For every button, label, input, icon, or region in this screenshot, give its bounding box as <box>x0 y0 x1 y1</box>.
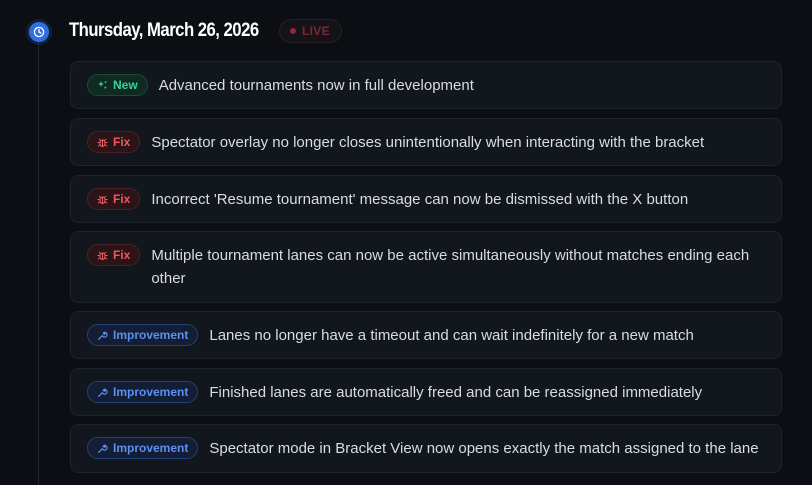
bug-icon <box>97 195 108 204</box>
live-label: LIVE <box>302 24 330 38</box>
wrench-icon <box>98 388 108 397</box>
new-badge: New <box>87 74 148 96</box>
entry-text: Spectator mode in Bracket View now opens… <box>209 440 759 457</box>
wrench-icon <box>98 331 108 340</box>
wrench-icon <box>98 444 108 453</box>
entry-text: Multiple tournament lanes can now be act… <box>151 247 750 287</box>
entry-text: Lanes no longer have a timeout and can w… <box>209 327 694 344</box>
changelog-entry: Improvement Finished lanes are automatic… <box>70 368 782 416</box>
date-header: Thursday, March 26, 2026 LIVE <box>69 18 342 44</box>
badge-label: New <box>113 78 138 92</box>
sparkle-icon <box>98 80 107 89</box>
entry-text: Finished lanes are automatically freed a… <box>209 384 703 401</box>
changelog-page: Thursday, March 26, 2026 LIVE New Advanc… <box>0 0 812 485</box>
entry-text: Advanced tournaments now in full develop… <box>158 77 474 94</box>
badge-label: Fix <box>113 135 131 149</box>
badge-label: Improvement <box>113 385 189 399</box>
badge-label: Improvement <box>113 441 189 455</box>
changelog-entry: Improvement Spectator mode in Bracket Vi… <box>70 424 782 473</box>
bug-icon <box>97 251 108 260</box>
date-title: Thursday, March 26, 2026 <box>69 20 259 41</box>
entry-text: Incorrect 'Resume tournament' message ca… <box>151 191 689 208</box>
live-badge: LIVE <box>279 19 342 43</box>
live-dot-icon <box>290 28 296 34</box>
badge-label: Fix <box>113 248 131 262</box>
timeline-line <box>38 42 39 485</box>
changelog-entry: Fix Spectator overlay no longer closes u… <box>70 118 782 166</box>
entry-text: Spectator overlay no longer closes unint… <box>151 134 705 151</box>
clock-icon <box>29 22 49 42</box>
fix-badge: Fix <box>87 188 141 210</box>
improvement-badge: Improvement <box>87 381 199 403</box>
changelog-entry: Fix Incorrect 'Resume tournament' messag… <box>70 175 782 223</box>
changelog-entry: New Advanced tournaments now in full dev… <box>70 61 782 109</box>
improvement-badge: Improvement <box>87 324 199 346</box>
changelog-entry: Fix Multiple tournament lanes can now be… <box>70 231 782 303</box>
badge-label: Improvement <box>113 328 189 342</box>
fix-badge: Fix <box>87 131 141 153</box>
changelog-entry: Improvement Lanes no longer have a timeo… <box>70 311 782 359</box>
fix-badge: Fix <box>87 244 141 266</box>
badge-label: Fix <box>113 192 131 206</box>
improvement-badge: Improvement <box>87 437 199 459</box>
bug-icon <box>97 138 108 147</box>
